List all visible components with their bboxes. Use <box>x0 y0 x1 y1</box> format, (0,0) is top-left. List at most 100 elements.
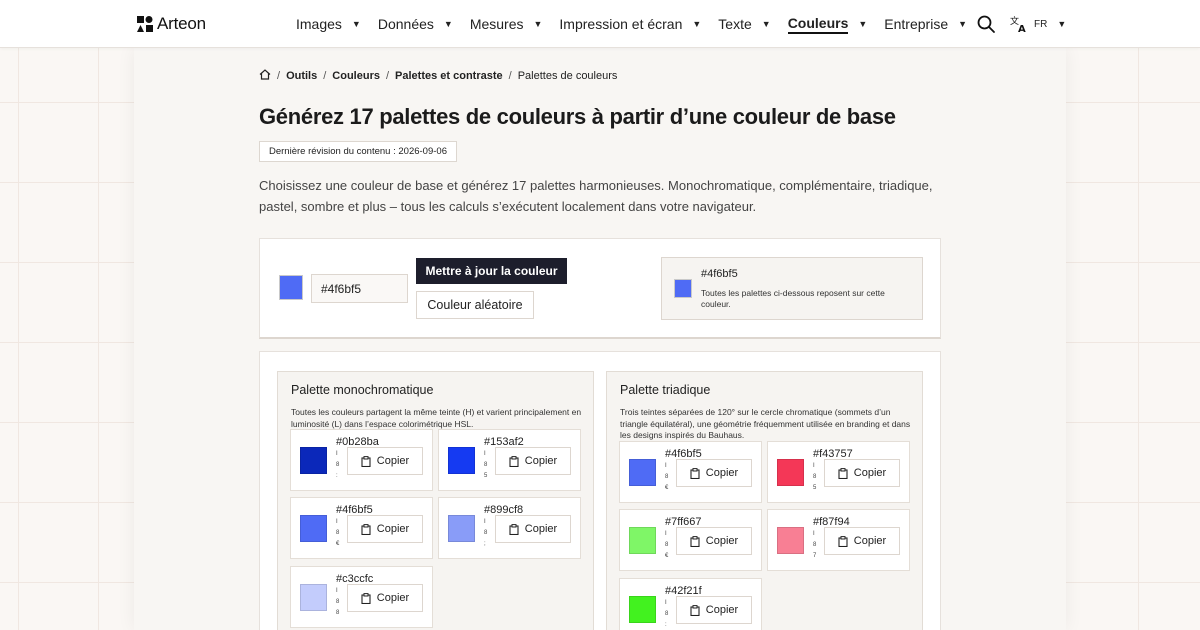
color-detail: I 8 5 <box>484 451 488 479</box>
color-card: #4f6bf5 I 8 € Copier <box>290 497 433 559</box>
palette-title: Palette monochromatique <box>291 383 434 397</box>
palette-triadic: Palette triadique Trois teintes séparées… <box>606 371 923 630</box>
breadcrumb-separator: / <box>508 70 512 82</box>
nav-item-mesures[interactable]: Mesures ▼ <box>470 16 543 32</box>
color-swatch <box>300 584 327 611</box>
caret-down-icon: ▼ <box>351 19 361 29</box>
clipboard-icon <box>509 455 519 467</box>
language-switcher[interactable]: 文 A FR ▼ <box>1010 15 1066 33</box>
page-title: Générez 17 palettes de couleurs à partir… <box>259 104 896 129</box>
base-color-note: Toutes les palettes ci-dessous reposent … <box>701 288 885 309</box>
clipboard-icon <box>509 523 519 535</box>
color-swatch <box>448 515 475 542</box>
color-picker-swatch[interactable] <box>279 275 303 300</box>
copy-label: Copier <box>705 535 739 547</box>
top-header: Arteon Images ▼ Données ▼ Mesures ▼ Impress… <box>0 0 1200 48</box>
logo-text: Arteon <box>157 14 206 33</box>
clipboard-icon <box>361 592 371 604</box>
hex-input[interactable] <box>311 274 408 303</box>
color-detail: I 8 : <box>336 451 340 479</box>
breadcrumb: / Outils / Couleurs / Palettes et contra… <box>259 69 617 83</box>
color-swatch <box>629 459 656 486</box>
color-swatch <box>629 596 656 623</box>
palette-description: Toutes les couleurs partagent la même te… <box>291 407 582 429</box>
color-swatch <box>300 515 327 542</box>
logo-icon <box>137 16 153 32</box>
caret-down-icon: ▼ <box>858 19 868 29</box>
color-card: #f43757 I 8 5 Copier <box>767 441 910 503</box>
copy-label: Copier <box>524 455 558 467</box>
svg-text:A: A <box>1018 24 1026 33</box>
copy-button[interactable]: Copier <box>495 447 571 475</box>
copy-button[interactable]: Copier <box>676 459 752 487</box>
copy-button[interactable]: Copier <box>347 447 423 475</box>
color-detail: I 8 5 <box>813 463 817 491</box>
nav-label: Entreprise <box>884 16 949 32</box>
color-detail: I 8 8 <box>336 588 340 616</box>
copy-button[interactable]: Copier <box>824 527 900 555</box>
color-swatch <box>300 447 327 474</box>
search-button[interactable] <box>976 14 996 34</box>
update-color-button[interactable]: Mettre à jour la couleur <box>416 258 567 284</box>
copy-label: Copier <box>853 467 887 479</box>
breadcrumb-couleurs[interactable]: Couleurs <box>332 70 380 82</box>
color-detail: I 8 ; <box>484 519 488 547</box>
clipboard-icon <box>690 467 700 479</box>
nav-label: Couleurs <box>787 15 849 34</box>
nav-label: Texte <box>718 16 752 32</box>
caret-down-icon: ▼ <box>692 19 702 29</box>
home-icon[interactable] <box>259 69 271 83</box>
color-swatch <box>777 459 804 486</box>
main-nav: Images ▼ Données ▼ Mesures ▼ Impression et … <box>296 0 984 48</box>
palette-title: Palette triadique <box>620 383 711 397</box>
copy-button[interactable]: Copier <box>676 596 752 624</box>
palette-monochromatic: Palette monochromatique Toutes les coule… <box>277 371 594 630</box>
breadcrumb-current: Palettes de couleurs <box>517 70 618 82</box>
color-card: #f87f94 I 8 7 Copier <box>767 509 910 571</box>
color-card: #899cf8 I 8 ; Copier <box>438 497 581 559</box>
color-card: #0b28ba I 8 : Copier <box>290 429 433 491</box>
copy-label: Copier <box>705 604 739 616</box>
color-detail: I 8 7 <box>813 531 817 559</box>
breadcrumb-palettes-contraste[interactable]: Palettes et contraste <box>395 70 503 82</box>
nav-item-impression[interactable]: Impression et écran ▼ <box>559 16 701 32</box>
language-code: FR <box>1034 18 1048 30</box>
color-controls: Mettre à jour la couleur Couleur aléatoi… <box>259 238 941 339</box>
clipboard-icon <box>690 535 700 547</box>
clipboard-icon <box>361 523 371 535</box>
translate-icon: 文 A <box>1010 15 1026 33</box>
clipboard-icon <box>838 535 848 547</box>
color-detail: I 8 € <box>336 519 340 547</box>
breadcrumb-outils[interactable]: Outils <box>286 70 317 82</box>
random-color-button[interactable]: Couleur aléatoire <box>416 291 534 319</box>
breadcrumb-separator: / <box>323 70 327 82</box>
nav-label: Données <box>377 16 434 32</box>
nav-item-texte[interactable]: Texte ▼ <box>718 16 770 32</box>
copy-button[interactable]: Copier <box>347 515 423 543</box>
search-icon <box>977 15 995 33</box>
content-panel: / Outils / Couleurs / Palettes et contra… <box>134 48 1066 630</box>
copy-button[interactable]: Copier <box>347 584 423 612</box>
copy-label: Copier <box>376 523 410 535</box>
color-card: #153af2 I 8 5 Copier <box>438 429 581 491</box>
nav-item-images[interactable]: Images ▼ <box>296 16 361 32</box>
nav-item-donnees[interactable]: Données ▼ <box>378 16 453 32</box>
logo[interactable]: Arteon <box>137 14 206 34</box>
copy-button[interactable]: Copier <box>495 515 571 543</box>
nav-item-couleurs[interactable]: Couleurs ▼ <box>787 15 868 34</box>
copy-button[interactable]: Copier <box>676 527 752 555</box>
copy-label: Copier <box>705 467 739 479</box>
palette-description: Trois teintes séparées de 120° sur le ce… <box>620 407 911 440</box>
nav-item-entreprise[interactable]: Entreprise ▼ <box>884 16 967 32</box>
revision-badge: Dernière révision du contenu : 2026-09-0… <box>259 141 457 162</box>
caret-down-icon: ▼ <box>533 19 543 29</box>
color-detail: I 8 € <box>665 531 669 559</box>
color-card: #c3ccfc I 8 8 Copier <box>290 566 433 628</box>
color-card: #42f21f I 8 : Copier <box>619 578 762 630</box>
copy-button[interactable]: Copier <box>824 459 900 487</box>
clipboard-icon <box>361 455 371 467</box>
intro-text: Choisissez une couleur de base et génére… <box>259 178 933 214</box>
base-color-hex: #4f6bf5 <box>701 268 738 280</box>
copy-label: Copier <box>376 455 410 467</box>
nav-label: Impression et écran <box>559 16 683 32</box>
